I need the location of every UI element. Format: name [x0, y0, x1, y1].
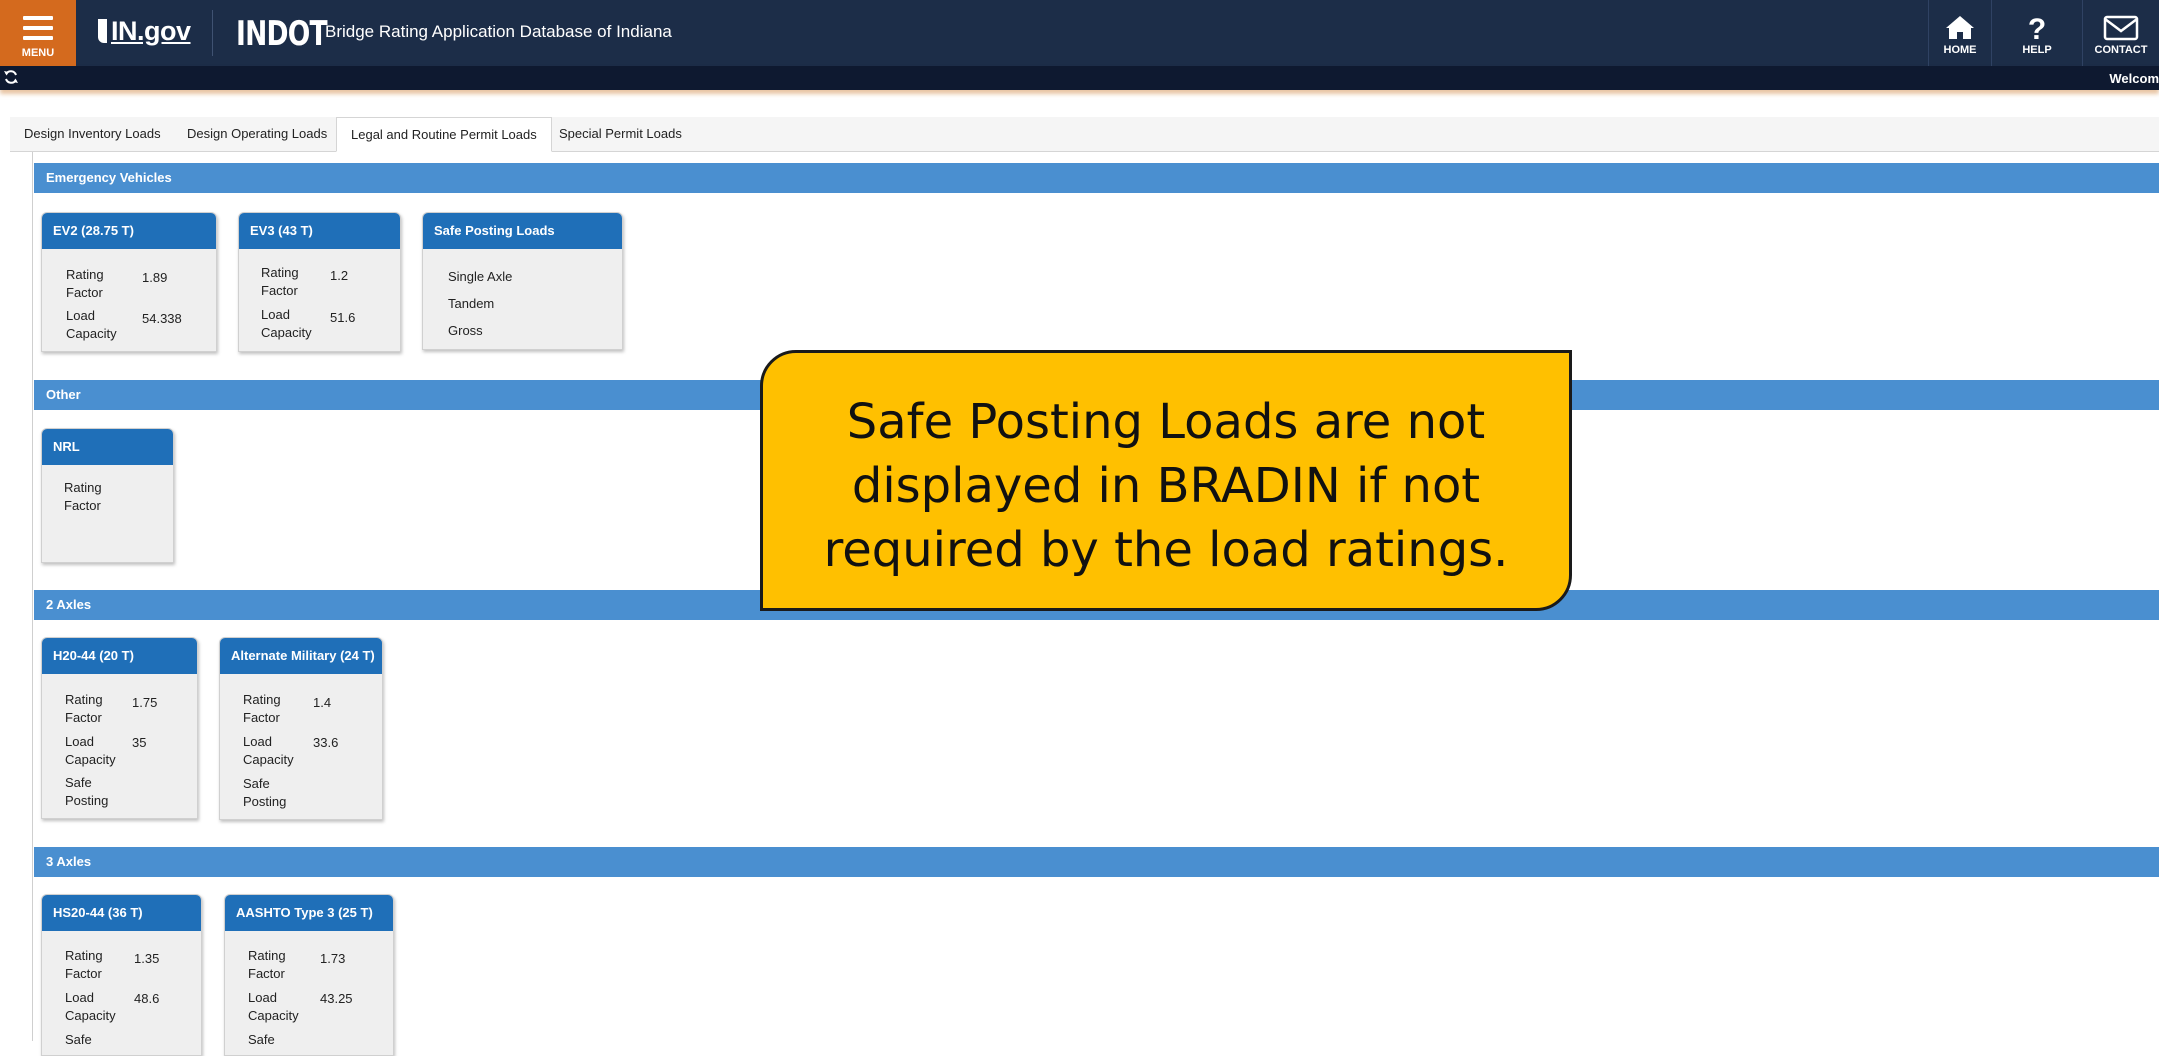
tab-legal-routine-permit-loads[interactable]: Legal and Routine Permit Loads — [336, 117, 552, 152]
card-title: Safe Posting Loads — [423, 213, 622, 249]
load-capacity-value: 35 — [132, 735, 147, 750]
nav-contact-label: CONTACT — [2094, 44, 2148, 56]
ingov-mark-icon — [98, 19, 107, 43]
safe-posting-label: Safe — [248, 1032, 275, 1047]
safe-posting-gross: Gross — [448, 323, 483, 338]
rating-factor-label: Rating Factor — [248, 948, 286, 981]
nav-help-label: HELP — [2022, 44, 2052, 56]
load-card-ev2: EV2 (28.75 T) Rating Factor 1.89 Load Ca… — [41, 212, 217, 352]
safe-posting-tandem: Tandem — [448, 296, 495, 311]
svg-text:?: ? — [2028, 13, 2046, 42]
mail-icon — [2103, 15, 2139, 41]
rating-factor-value: 1.2 — [330, 268, 349, 283]
section-header-emergency-vehicles: Emergency Vehicles — [34, 163, 2159, 193]
welcome-text: Welcom — [2109, 71, 2159, 86]
help-icon: ? — [2028, 13, 2046, 42]
safe-posting-single-axle: Single Axle — [448, 269, 513, 284]
rating-factor-value: 1.75 — [132, 695, 158, 710]
safe-posting-loads-card: Safe Posting Loads Single Axle Tandem Gr… — [422, 212, 623, 350]
secondary-bar: Welcom — [0, 66, 2159, 90]
load-capacity-value: 51.6 — [330, 310, 356, 325]
header-divider — [212, 10, 213, 56]
load-capacity-value: 33.6 — [313, 735, 339, 750]
top-header: MENU IN.gov INDOT Bridge Rating Applicat… — [0, 0, 2159, 66]
load-capacity-label: Load Capacity — [248, 990, 299, 1023]
card-title: HS20-44 (36 T) — [42, 895, 201, 931]
annotation-callout: Safe Posting Loads are not displayed in … — [760, 350, 1572, 611]
rating-factor-value: 1.35 — [134, 951, 160, 966]
home-icon — [1946, 16, 1974, 39]
load-card-aashto-type-3: AASHTO Type 3 (25 T) Rating Factor 1.73 … — [224, 894, 394, 1056]
load-capacity-label: Load Capacity — [243, 734, 294, 767]
load-capacity-value: 48.6 — [134, 991, 160, 1006]
menu-button[interactable]: MENU — [0, 0, 76, 66]
nav-help-button[interactable]: ? HELP — [1992, 0, 2082, 66]
card-title: Alternate Military (24 T) — [220, 638, 382, 674]
rating-factor-label: Rating Factor — [65, 692, 103, 725]
load-card-ev3: EV3 (43 T) Rating Factor 1.2 Load Capaci… — [238, 212, 401, 352]
menu-label: MENU — [21, 47, 55, 59]
card-title: EV3 (43 T) — [239, 213, 400, 249]
rating-factor-value: 1.4 — [313, 695, 332, 710]
nav-contact-button[interactable]: CONTACT — [2083, 0, 2159, 66]
safe-posting-label: Safe Posting — [65, 775, 109, 808]
tab-bar: Design Inventory Loads Design Operating … — [10, 117, 2159, 152]
load-capacity-label: Load Capacity — [261, 307, 312, 340]
rating-factor-value: 1.73 — [320, 951, 346, 966]
safe-posting-label: Safe Posting — [243, 776, 287, 809]
card-title: NRL — [42, 429, 173, 465]
tab-design-operating-loads[interactable]: Design Operating Loads — [173, 117, 341, 151]
card-title: AASHTO Type 3 (25 T) — [225, 895, 393, 931]
load-capacity-value: 43.25 — [320, 991, 353, 1006]
tab-design-inventory-loads[interactable]: Design Inventory Loads — [10, 117, 175, 151]
indot-logo[interactable]: INDOT — [236, 14, 328, 54]
nav-home-label: HOME — [1943, 44, 1977, 56]
rating-factor-value: 1.89 — [142, 270, 168, 285]
load-card-alternate-military: Alternate Military (24 T) Rating Factor … — [219, 637, 383, 820]
nav-home-button[interactable]: HOME — [1929, 0, 1991, 66]
ingov-logo[interactable]: IN.gov — [98, 16, 191, 47]
load-card-nrl: NRL Rating Factor — [41, 428, 174, 563]
app-title: Bridge Rating Application Database of In… — [325, 22, 672, 41]
load-capacity-label: Load Capacity — [65, 734, 116, 767]
rating-factor-label: Rating Factor — [243, 692, 281, 725]
rating-factor-label: Rating Factor — [64, 480, 102, 513]
load-capacity-label: Load Capacity — [66, 308, 117, 341]
safe-posting-label: Safe — [65, 1032, 92, 1047]
card-title: H20-44 (20 T) — [42, 638, 197, 674]
section-header-3-axles: 3 Axles — [34, 847, 2159, 877]
load-capacity-value: 54.338 — [142, 311, 182, 326]
load-card-hs20-44: HS20-44 (36 T) Rating Factor 1.35 Load C… — [41, 894, 202, 1056]
load-capacity-label: Load Capacity — [65, 990, 116, 1023]
load-card-h20-44: H20-44 (20 T) Rating Factor 1.75 Load Ca… — [41, 637, 198, 819]
rating-factor-label: Rating Factor — [65, 948, 103, 981]
rating-factor-label: Rating Factor — [66, 267, 104, 300]
card-title: EV2 (28.75 T) — [42, 213, 216, 249]
tab-special-permit-loads[interactable]: Special Permit Loads — [545, 117, 696, 151]
refresh-icon[interactable] — [3, 69, 19, 85]
hamburger-icon — [23, 16, 53, 46]
rating-factor-label: Rating Factor — [261, 265, 299, 298]
